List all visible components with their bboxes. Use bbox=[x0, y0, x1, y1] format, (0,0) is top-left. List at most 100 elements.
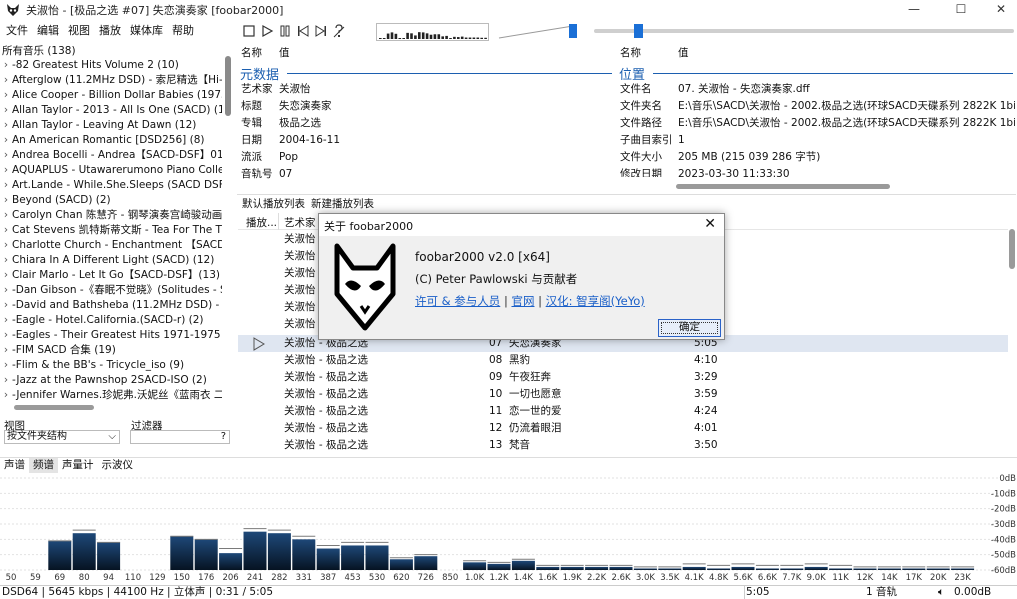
chevron-right-icon[interactable]: › bbox=[0, 193, 12, 208]
property-row[interactable]: 子曲目索引 1 bbox=[620, 132, 1015, 149]
chevron-right-icon[interactable]: › bbox=[0, 223, 12, 238]
chevron-right-icon[interactable]: › bbox=[0, 208, 12, 223]
menu-library[interactable]: 媒体库 bbox=[127, 22, 166, 40]
tab-spectrum[interactable]: 频谱 bbox=[29, 458, 58, 473]
play-icon[interactable] bbox=[260, 24, 274, 38]
property-row[interactable]: 艺术家 关淑怡 bbox=[241, 81, 611, 98]
property-row[interactable]: 专辑 极品之选 bbox=[241, 115, 611, 132]
chevron-right-icon[interactable]: › bbox=[0, 388, 12, 403]
library-item[interactable]: › Afterglow (11.2MHz DSD) - 索尼精选【Hi- bbox=[0, 73, 222, 88]
chevron-right-icon[interactable]: › bbox=[0, 88, 12, 103]
library-item[interactable]: › Allan Taylor - 2013 - All Is One (SACD)… bbox=[0, 103, 222, 118]
playlist-scrollbar[interactable] bbox=[1009, 229, 1015, 269]
library-item[interactable]: › Art.Lande - While.She.Sleeps (SACD DSF) bbox=[0, 178, 222, 193]
property-row[interactable]: 流派 Pop bbox=[241, 149, 611, 166]
website-link[interactable]: 官网 bbox=[511, 294, 534, 308]
menu-edit[interactable]: 编辑 bbox=[34, 22, 62, 40]
library-item[interactable]: › -David and Bathsheba (11.2MHz DSD) - 索 bbox=[0, 298, 222, 313]
random-icon[interactable] bbox=[332, 24, 346, 38]
chevron-right-icon[interactable]: › bbox=[0, 343, 12, 358]
property-row[interactable]: 音轨号 07 bbox=[241, 166, 611, 183]
playlist-row[interactable]: 关淑怡 - 极品之选 13 梵音 3:50 bbox=[238, 437, 1008, 454]
playlist-row[interactable]: 关淑怡 - 极品之选 12 仍流着眼泪 4:01 bbox=[238, 420, 1008, 437]
chevron-right-icon[interactable]: › bbox=[0, 373, 12, 388]
library-item[interactable]: › Charlotte Church - Enchantment 【SACD- bbox=[0, 238, 222, 253]
library-item[interactable]: › Carolyn Chan 陈慧齐 - 钢琴演奏宫崎骏动画 bbox=[0, 208, 222, 223]
property-row[interactable]: 日期 2004-16-11 bbox=[241, 132, 611, 149]
filter-input[interactable]: ? bbox=[130, 430, 230, 444]
chevron-right-icon[interactable]: › bbox=[0, 358, 12, 373]
dialog-close-button[interactable]: ✕ bbox=[704, 216, 716, 232]
playlist-row[interactable]: 关淑怡 - 极品之选 11 恋一世的爱 4:24 bbox=[238, 403, 1008, 420]
tab-new-playlist[interactable]: 新建播放列表 bbox=[311, 198, 374, 210]
chevron-right-icon[interactable]: › bbox=[0, 103, 12, 118]
menu-playback[interactable]: 播放 bbox=[96, 22, 124, 40]
stop-icon[interactable] bbox=[242, 24, 256, 38]
chevron-right-icon[interactable]: › bbox=[0, 253, 12, 268]
chevron-right-icon[interactable]: › bbox=[0, 298, 12, 313]
library-item[interactable]: › AQUAPLUS - Utawarerumono Piano Collec bbox=[0, 163, 222, 178]
property-row[interactable]: 文件名 07. 关淑怡 - 失恋演奏家.dff bbox=[620, 81, 1015, 98]
library-item[interactable]: › Andrea Bocelli - Andrea【SACD-DSF】01 - bbox=[0, 148, 222, 163]
speaker-icon[interactable]: 🔈︎ bbox=[938, 586, 944, 599]
library-item[interactable]: › -FIM SACD 合集 (19) bbox=[0, 343, 222, 358]
library-item[interactable]: › Chiara In A Different Light (SACD) (12) bbox=[0, 253, 222, 268]
tab-spectrogram[interactable]: 声谱 bbox=[0, 458, 29, 473]
tab-default-playlist[interactable]: 默认播放列表 bbox=[242, 198, 305, 210]
playlist-row[interactable]: 关淑怡 - 极品之选 09 午夜狂奔 3:29 bbox=[238, 369, 1008, 386]
menu-view[interactable]: 视图 bbox=[65, 22, 93, 40]
property-row[interactable]: 文件夹名 E:\音乐\SACD\关淑怡 - 2002.极品之选(环球SACD天碟系… bbox=[620, 98, 1015, 115]
chevron-right-icon[interactable]: › bbox=[0, 238, 12, 253]
ok-button[interactable]: 确定 bbox=[658, 319, 721, 337]
maximize-button[interactable]: ☐ bbox=[944, 0, 978, 20]
library-vertical-scrollbar[interactable] bbox=[225, 56, 231, 116]
property-row[interactable]: 修改日期 2023-03-30 11:33:30 bbox=[620, 166, 1015, 177]
library-root[interactable]: 所有音乐 (138) bbox=[2, 43, 76, 58]
chevron-right-icon[interactable]: › bbox=[0, 328, 12, 343]
library-item[interactable]: › -Dan Gibson -《春眠不觉晓》(Solitudes - Sc bbox=[0, 283, 222, 298]
translation-link[interactable]: 汉化: 智享阁(YeYo) bbox=[546, 294, 645, 308]
chevron-right-icon[interactable]: › bbox=[0, 283, 12, 298]
library-item[interactable]: › Cat Stevens 凯特斯蒂文斯 - Tea For The Till bbox=[0, 223, 222, 238]
library-horizontal-scrollbar[interactable] bbox=[14, 405, 94, 410]
col-artist[interactable]: 艺术家 bbox=[284, 215, 316, 230]
library-item[interactable]: › Clair Marlo - Let It Go【SACD-DSF】(13) bbox=[0, 268, 222, 283]
pause-icon[interactable] bbox=[278, 24, 292, 38]
library-item[interactable]: › -Flim & the BB's - Tricycle_iso (9) bbox=[0, 358, 222, 373]
tab-oscilloscope[interactable]: 示波仪 bbox=[98, 458, 138, 473]
property-row[interactable]: 文件大小 205 MB (215 039 286 字节) bbox=[620, 149, 1015, 166]
library-item[interactable]: › -Jazz at the Pawnshop 2SACD-ISO (2) bbox=[0, 373, 222, 388]
library-item[interactable]: › Alice Cooper - Billion Dollar Babies (1… bbox=[0, 88, 222, 103]
tab-vu-meter[interactable]: 声量计 bbox=[58, 458, 98, 473]
library-item[interactable]: › -82 Greatest Hits Volume 2 (10) bbox=[0, 58, 222, 73]
library-item[interactable]: › An American Romantic [DSD256] (8) bbox=[0, 133, 222, 148]
chevron-right-icon[interactable]: › bbox=[0, 118, 12, 133]
library-item[interactable]: › Allan Taylor - Leaving At Dawn (12) bbox=[0, 118, 222, 133]
license-link[interactable]: 许可 & 参与人员 bbox=[415, 294, 500, 308]
library-item[interactable]: › Beyond (SACD) (2) bbox=[0, 193, 222, 208]
property-row[interactable]: 文件路径 E:\音乐\SACD\关淑怡 - 2002.极品之选(环球SACD天碟系… bbox=[620, 115, 1015, 132]
chevron-right-icon[interactable]: › bbox=[0, 313, 12, 328]
seek-bar[interactable] bbox=[594, 22, 1014, 40]
location-horizontal-scrollbar[interactable] bbox=[676, 184, 890, 189]
previous-icon[interactable] bbox=[296, 24, 310, 38]
playlist-row[interactable]: 关淑怡 - 极品之选 10 一切也愿意 3:59 bbox=[238, 386, 1008, 403]
chevron-right-icon[interactable]: › bbox=[0, 178, 12, 193]
menu-help[interactable]: 帮助 bbox=[169, 22, 197, 40]
library-item[interactable]: › -Eagle - Hotel.California.(SACD-r) (2) bbox=[0, 313, 222, 328]
playlist-row[interactable]: 关淑怡 - 极品之选 08 黑豹 4:10 bbox=[238, 352, 1008, 369]
chevron-right-icon[interactable]: › bbox=[0, 133, 12, 148]
chevron-right-icon[interactable]: › bbox=[0, 148, 12, 163]
property-row[interactable]: 标题 失恋演奏家 bbox=[241, 98, 611, 115]
menu-file[interactable]: 文件 bbox=[3, 22, 31, 40]
minimize-button[interactable]: — bbox=[897, 0, 931, 20]
chevron-right-icon[interactable]: › bbox=[0, 268, 12, 283]
chevron-right-icon[interactable]: › bbox=[0, 58, 12, 73]
view-dropdown[interactable]: 按文件夹结构 ⌵ bbox=[4, 430, 120, 444]
next-icon[interactable] bbox=[314, 24, 328, 38]
col-playing[interactable]: 播放... bbox=[246, 215, 277, 230]
close-window-button[interactable]: ✕ bbox=[984, 0, 1017, 20]
library-item[interactable]: › -Eagles - Their Greatest Hits 1971-1975… bbox=[0, 328, 222, 343]
chevron-right-icon[interactable]: › bbox=[0, 73, 12, 88]
chevron-right-icon[interactable]: › bbox=[0, 163, 12, 178]
